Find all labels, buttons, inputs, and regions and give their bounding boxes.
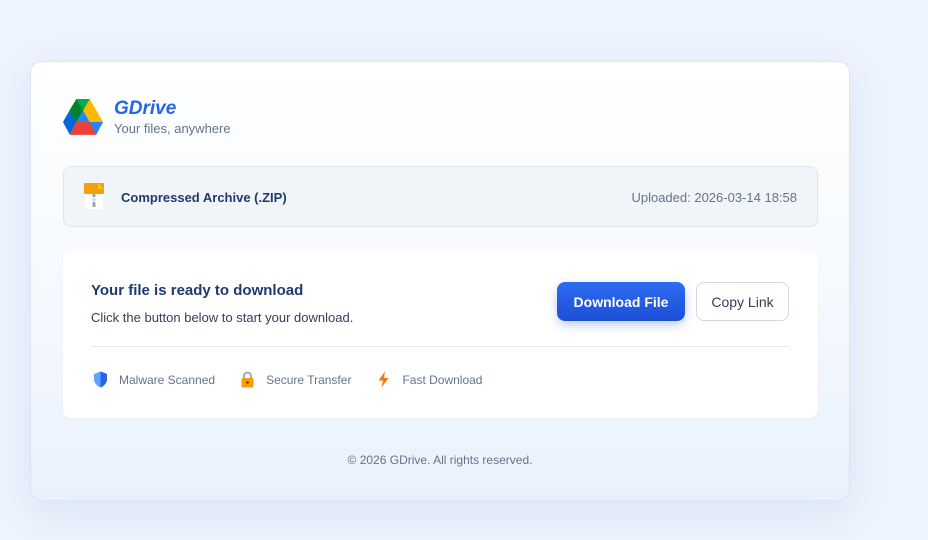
ready-subtitle: Click the button below to start your dow… [91, 310, 354, 325]
zip-file-icon [84, 183, 104, 210]
footer-copyright: © 2026 GDrive. All rights reserved. [347, 453, 533, 467]
feature-secure-transfer: Secure Transfer [240, 371, 351, 388]
feature-label: Secure Transfer [266, 372, 352, 387]
shield-icon [94, 371, 107, 388]
download-card: GDrive Your files, anywhere Compressed A… [30, 61, 850, 501]
lock-icon [241, 371, 254, 388]
file-name: Compressed Archive (.ZIP) [121, 190, 287, 205]
feature-malware-scanned: Malware Scanned [93, 371, 215, 388]
brand-tagline: Your files, anywhere [114, 121, 231, 136]
divider [91, 346, 789, 347]
file-info-row: Compressed Archive (.ZIP) Uploaded: 2026… [63, 166, 818, 227]
copy-link-button[interactable]: Copy Link [696, 282, 789, 321]
brand-header: GDrive Your files, anywhere [63, 98, 231, 137]
feature-label: Fast Download [402, 372, 483, 387]
ready-title: Your file is ready to download [91, 282, 304, 299]
upload-date: Uploaded: 2026-03-14 18:58 [631, 190, 797, 205]
lightning-icon [378, 371, 389, 388]
feature-list: Malware Scanned Secure Transfer Fast Dow… [93, 371, 507, 388]
brand-name: GDrive [114, 98, 177, 119]
download-panel: Your file is ready to download Click the… [63, 251, 818, 418]
gdrive-logo-icon [63, 99, 103, 135]
feature-fast-download: Fast Download [376, 371, 482, 388]
feature-label: Malware Scanned [119, 372, 216, 387]
download-file-button[interactable]: Download File [557, 282, 685, 321]
